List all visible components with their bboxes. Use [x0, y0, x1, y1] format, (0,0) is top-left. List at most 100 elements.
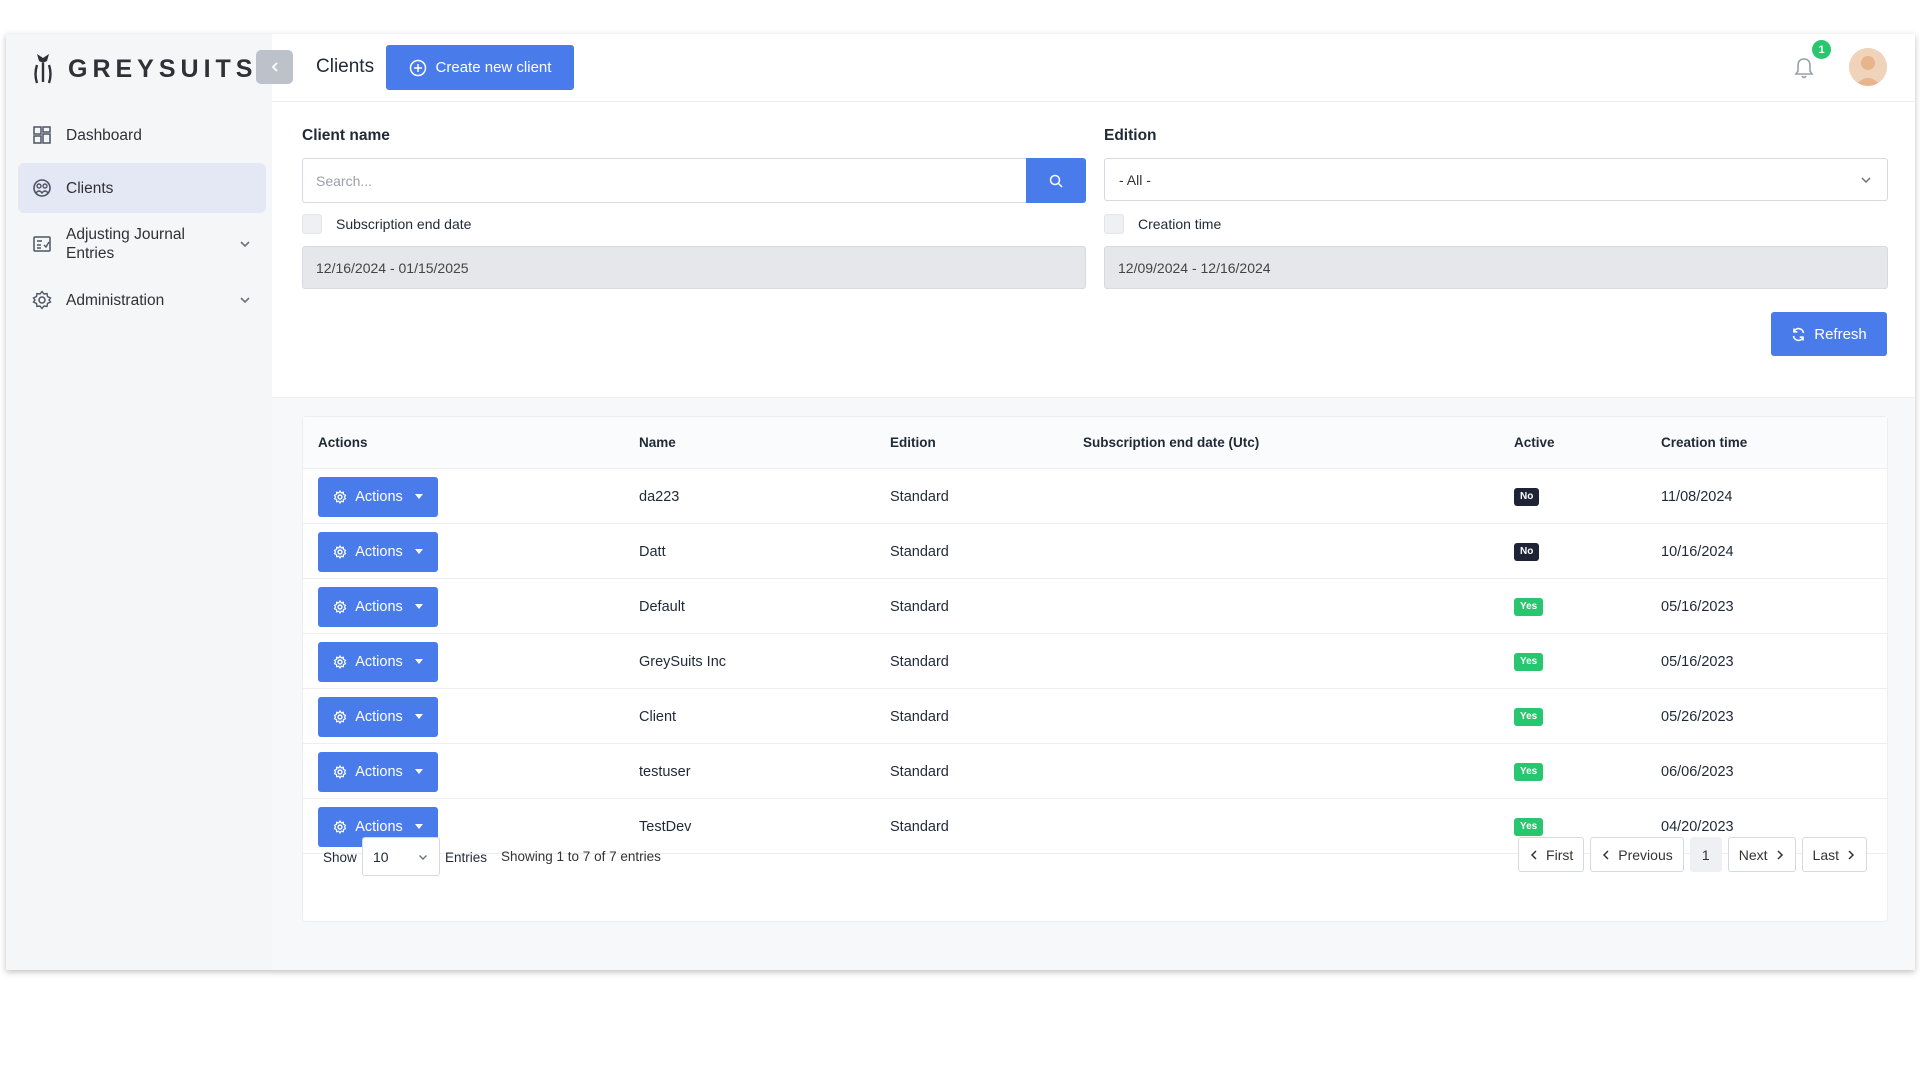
next-label: Next — [1738, 846, 1768, 863]
caret-down-icon — [414, 494, 423, 499]
current-page-button[interactable]: 1 — [1689, 837, 1722, 872]
search-icon — [1049, 174, 1063, 188]
avatar-icon — [1849, 48, 1887, 86]
subscription-date-range[interactable]: 12/16/2024 - 01/15/2025 — [302, 246, 1086, 289]
sidebar-item-label: Administration — [66, 291, 165, 309]
subscription-checkbox[interactable] — [302, 214, 322, 234]
actions-cell: Actions — [318, 524, 438, 579]
column-header-actions[interactable]: Actions — [318, 435, 368, 450]
create-new-client-button[interactable]: Create new client — [386, 45, 574, 90]
creation-time-cell: 10/16/2024 — [1661, 543, 1734, 560]
next-page-button[interactable]: Next — [1727, 837, 1796, 872]
sidebar-item-dashboard[interactable]: Dashboard — [18, 110, 266, 160]
chevron-down-icon — [240, 241, 250, 248]
row-actions-button[interactable]: Actions — [318, 641, 438, 682]
status-badge: Yes — [1514, 707, 1544, 726]
edition-cell: Standard — [890, 708, 949, 725]
actions-cell: Actions — [318, 579, 438, 634]
bell-icon[interactable] — [1793, 56, 1815, 80]
gear-icon — [333, 709, 347, 724]
show-label: Show — [323, 850, 357, 865]
row-actions-label: Actions — [355, 543, 403, 560]
creation-date-range[interactable]: 12/09/2024 - 12/16/2024 — [1104, 246, 1888, 289]
gear-icon — [333, 489, 347, 504]
row-actions-button[interactable]: Actions — [318, 586, 438, 627]
search-input[interactable] — [302, 158, 1026, 203]
previous-page-button[interactable]: Previous — [1590, 837, 1684, 872]
plus-circle-icon — [409, 59, 426, 76]
creation-label: Creation time — [1138, 216, 1222, 232]
page-size-select[interactable]: 10 — [362, 837, 440, 876]
edition-cell: Standard — [890, 488, 949, 505]
last-page-button[interactable]: Last — [1801, 837, 1867, 872]
creation-checkbox[interactable] — [1104, 214, 1124, 234]
first-page-button[interactable]: First — [1518, 837, 1585, 872]
entries-label: Entries — [445, 850, 488, 865]
row-actions-label: Actions — [355, 653, 403, 670]
edition-cell: Standard — [890, 543, 949, 560]
refresh-icon — [1792, 327, 1805, 341]
creation-time-cell: 05/16/2023 — [1661, 598, 1734, 615]
actions-cell: Actions — [318, 634, 438, 689]
status-badge: No — [1514, 487, 1540, 506]
subscription-range-value: 12/16/2024 - 01/15/2025 — [316, 259, 469, 276]
column-header-name[interactable]: Name — [639, 435, 676, 450]
row-actions-button[interactable]: Actions — [318, 476, 438, 517]
creation-time-cell: 11/08/2024 — [1661, 488, 1733, 505]
creation-time-cell: 05/16/2023 — [1661, 653, 1734, 670]
subscription-filter-toggle: Subscription end date — [302, 214, 471, 234]
collapse-sidebar-button[interactable] — [256, 50, 293, 84]
search-button[interactable] — [1026, 158, 1086, 203]
logo-mark-icon — [34, 54, 52, 84]
edition-select[interactable]: - All - — [1104, 158, 1888, 201]
refresh-label: Refresh — [1814, 325, 1867, 343]
active-cell: No — [1514, 524, 1540, 579]
caret-down-icon — [414, 769, 423, 774]
subscription-label: Subscription end date — [336, 216, 472, 232]
pagination: First Previous 1 Next Last — [1518, 837, 1867, 872]
active-cell: Yes — [1514, 634, 1544, 689]
refresh-button[interactable]: Refresh — [1771, 312, 1887, 356]
row-actions-button[interactable]: Actions — [318, 696, 438, 737]
column-header-active[interactable]: Active — [1514, 435, 1555, 450]
row-actions-button[interactable]: Actions — [318, 531, 438, 572]
page-title: Clients — [316, 56, 375, 77]
chevron-down-icon — [419, 854, 427, 860]
actions-cell: Actions — [318, 744, 438, 799]
status-badge: Yes — [1514, 652, 1544, 671]
sidebar-item-clients[interactable]: Clients — [18, 163, 266, 213]
notification-badge: 1 — [1812, 40, 1831, 59]
edition-label: Edition — [1104, 127, 1157, 144]
actions-cell: Actions — [318, 469, 438, 524]
showing-entries-text: Showing 1 to 7 of 7 entries — [501, 849, 661, 864]
table-row: Actions testuser Standard Yes 06/06/2023 — [303, 744, 1887, 799]
sidebar-item-adjusting-journal-entries[interactable]: Adjusting Journal Entries — [18, 216, 266, 272]
column-header-edition[interactable]: Edition — [890, 435, 936, 450]
sidebar-item-administration[interactable]: Administration — [18, 275, 266, 325]
column-header-creation-time[interactable]: Creation time — [1661, 435, 1747, 450]
creation-range-value: 12/09/2024 - 12/16/2024 — [1118, 259, 1271, 276]
row-actions-button[interactable]: Actions — [318, 751, 438, 792]
edition-cell: Standard — [890, 763, 949, 780]
chevron-right-icon — [1848, 849, 1855, 860]
creation-time-cell: 05/26/2023 — [1661, 708, 1734, 725]
logo[interactable]: GREYSUITS — [32, 48, 257, 90]
gear-icon — [333, 544, 347, 559]
table-footer: Show 10 Entries Showing 1 to 7 of 7 entr… — [303, 830, 1887, 886]
column-header-subscription-end[interactable]: Subscription end date (Utc) — [1083, 435, 1259, 450]
caret-down-icon — [414, 549, 423, 554]
chevron-right-icon — [1777, 849, 1783, 860]
first-label: First — [1546, 846, 1574, 863]
chevron-down-icon — [240, 297, 250, 304]
avatar[interactable] — [1849, 48, 1887, 86]
app-window: GREYSUITS Dashboard Clients Adjusting Jo… — [6, 34, 1915, 970]
caret-down-icon — [414, 824, 423, 829]
edition-cell: Standard — [890, 653, 949, 670]
last-label: Last — [1812, 846, 1839, 863]
client-name-cell: Default — [639, 598, 685, 615]
client-name-cell: da223 — [639, 488, 680, 505]
creation-filter-toggle: Creation time — [1104, 214, 1221, 234]
chevron-left-icon — [271, 62, 278, 72]
clients-table: Actions Name Edition Subscription end da… — [302, 416, 1888, 922]
chevron-down-icon — [1861, 176, 1871, 183]
